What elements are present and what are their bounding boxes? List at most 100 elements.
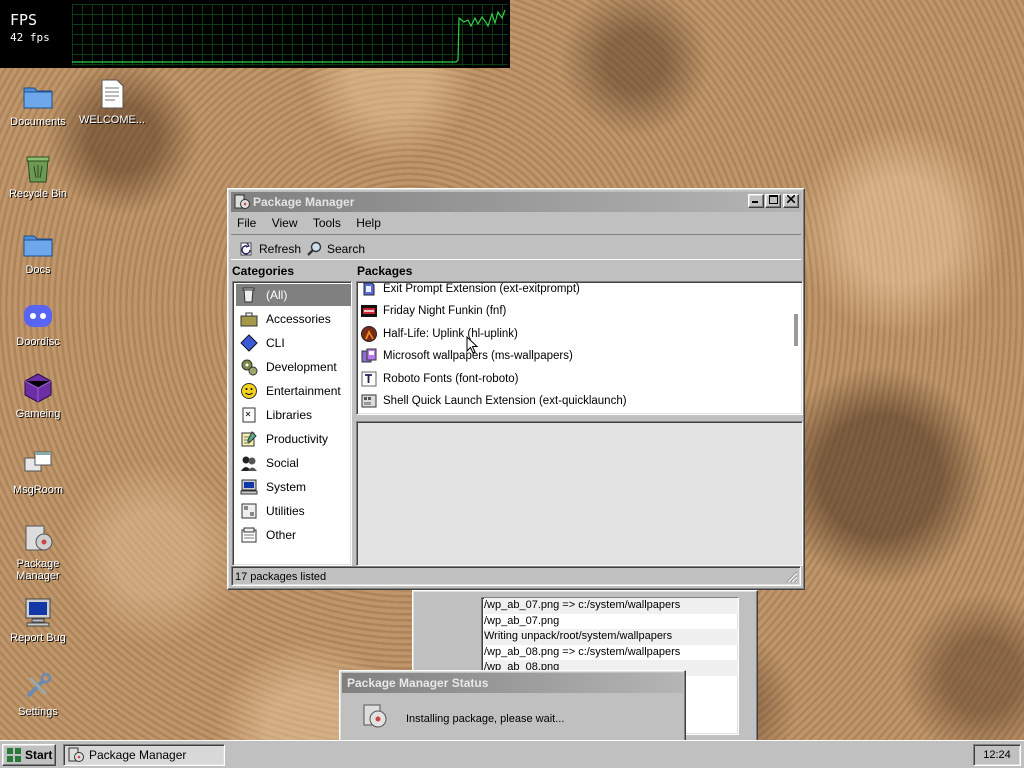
half-life-icon — [361, 326, 377, 342]
console-line: /wp_ab_07.png — [484, 614, 560, 627]
desktop-icon-label: Package Manager — [16, 558, 60, 582]
recycle-bin-icon — [26, 156, 50, 183]
desktop-icon-package-manager[interactable]: Package Manager — [0, 522, 76, 582]
menu-bar: File View Tools Help — [231, 213, 801, 233]
desktop-icon-report-bug[interactable]: Report Bug — [0, 596, 76, 644]
desktop-icon-documents[interactable]: Documents — [0, 80, 76, 128]
category-label: Development — [266, 360, 337, 374]
people-icon — [241, 456, 257, 471]
purple-cube-icon — [24, 373, 52, 403]
category-accessories[interactable]: Accessories — [236, 308, 351, 330]
mouse-cursor-icon — [466, 336, 478, 354]
console-line: /wp_ab_07.png => c:/system/wallpapers — [484, 598, 738, 614]
extension-icon — [363, 282, 375, 296]
desktop-icon-gameing[interactable]: Gameing — [0, 372, 76, 420]
categories-list: (All) Accessories CLI Development Entert… — [232, 281, 352, 566]
status-dialog-message: Installing package, please wait... — [406, 713, 565, 725]
package-manager-icon — [68, 747, 84, 762]
title-bar[interactable]: Package Manager — [231, 192, 801, 212]
taskbar-item-label: Package Manager — [89, 748, 187, 762]
category-development[interactable]: Development — [236, 356, 351, 378]
search-label: Search — [327, 241, 366, 256]
desktop-icon-label: WELCOME... — [78, 114, 145, 126]
category-productivity[interactable]: Productivity — [236, 428, 351, 450]
font-icon — [361, 371, 377, 387]
package-label: Half-Life: Uplink (hl-uplink) — [383, 328, 518, 340]
category-libraries[interactable]: Libraries — [236, 404, 351, 426]
refresh-label: Refresh — [259, 241, 302, 256]
desktop-icon-label: MsgRoom — [12, 484, 64, 496]
taskbar-item-package-manager[interactable]: Package Manager — [63, 744, 225, 766]
menu-file[interactable]: File — [231, 213, 262, 230]
packages-scrollbar-thumb[interactable] — [794, 314, 798, 346]
desktop-icon-recycle-bin[interactable]: Recycle Bin — [0, 152, 76, 200]
package-item[interactable]: Roboto Fonts (font-roboto) — [359, 368, 779, 390]
desktop-icon-msgroom[interactable]: MsgRoom — [0, 448, 76, 496]
minimize-button[interactable] — [748, 194, 764, 208]
search-button[interactable]: Search — [303, 238, 369, 259]
menu-tools[interactable]: Tools — [307, 213, 347, 230]
status-text: 17 packages listed — [235, 571, 327, 583]
maximize-icon — [768, 195, 778, 204]
package-install-icon — [363, 704, 387, 728]
package-item[interactable]: Friday Night Funkin (fnf) — [359, 300, 779, 322]
package-item[interactable]: Microsoft wallpapers (ms-wallpapers) — [359, 345, 779, 367]
fps-title: FPS — [10, 11, 38, 29]
category-label: System — [266, 480, 307, 494]
category-entertainment[interactable]: Entertainment — [236, 380, 351, 402]
status-dialog: Package Manager Status Installing packag… — [339, 670, 686, 742]
computer-icon — [240, 479, 258, 495]
desktop-icon-doordisc[interactable]: Doordisc — [0, 300, 76, 348]
all-icon — [242, 287, 255, 303]
package-item[interactable]: Half-Life: Uplink (hl-uplink) — [359, 323, 779, 345]
menu-help[interactable]: Help — [350, 213, 387, 230]
start-label: Start — [25, 748, 53, 762]
close-button[interactable] — [783, 194, 799, 208]
category-other[interactable]: Other — [236, 524, 351, 546]
package-item[interactable]: Shell Quick Launch Extension (ext-quickl… — [359, 390, 779, 412]
desktop-icon-label: Settings — [18, 706, 58, 718]
categories-header: Categories — [232, 264, 295, 278]
category-system[interactable]: System — [236, 476, 351, 498]
desktop-icon-label: Doordisc — [16, 336, 60, 348]
desktop-icon-welcome[interactable]: WELCOME... — [74, 78, 150, 126]
category-utilities[interactable]: Utilities — [236, 500, 351, 522]
category-label: Entertainment — [266, 384, 341, 398]
desktop-icon-label: Gameing — [15, 408, 61, 420]
resize-grip-icon[interactable] — [784, 569, 798, 583]
package-label: Shell Quick Launch Extension (ext-quickl… — [383, 395, 627, 407]
desktop-icon-label: Recycle Bin — [8, 188, 68, 200]
desktop-icon-docs[interactable]: Docs — [0, 228, 76, 276]
start-button[interactable]: Start — [2, 744, 56, 766]
chat-windows-icon — [24, 451, 52, 472]
package-item[interactable]: Exit Prompt Extension (ext-exitprompt) — [359, 282, 779, 300]
desktop-icon-settings[interactable]: Settings — [0, 670, 76, 718]
refresh-button[interactable]: Refresh — [235, 238, 305, 259]
smiley-icon — [241, 383, 257, 399]
fnf-icon — [361, 305, 377, 317]
book-icon — [242, 407, 256, 423]
start-logo-icon — [7, 748, 21, 762]
category-cli[interactable]: CLI — [236, 332, 351, 354]
computer-icon — [25, 598, 51, 627]
desktop-icon-label: Docs — [25, 264, 51, 276]
category-label: Utilities — [266, 504, 305, 518]
wallpaper-icon — [361, 348, 377, 363]
menu-view[interactable]: View — [266, 213, 304, 230]
desktop-icon-label: Report Bug — [10, 632, 66, 644]
maximize-button[interactable] — [765, 194, 781, 208]
briefcase-icon — [240, 312, 258, 327]
desktop-icon-label: Documents — [10, 116, 66, 128]
system-clock: 12:24 — [973, 744, 1021, 766]
category-label: Other — [266, 528, 297, 542]
console-line: /wp_ab_08.png => c:/system/wallpapers — [484, 645, 681, 658]
minimize-icon — [752, 201, 758, 203]
status-bar: 17 packages listed — [231, 566, 801, 586]
close-icon — [786, 194, 796, 204]
category-social[interactable]: Social — [236, 452, 351, 474]
package-manager-window: Package Manager File View Tools Help Ref… — [227, 188, 805, 590]
category-all[interactable]: (All) — [236, 284, 351, 306]
gears-icon — [241, 359, 258, 376]
window-title: Package Manager — [253, 195, 355, 209]
category-label: (All) — [266, 288, 288, 302]
